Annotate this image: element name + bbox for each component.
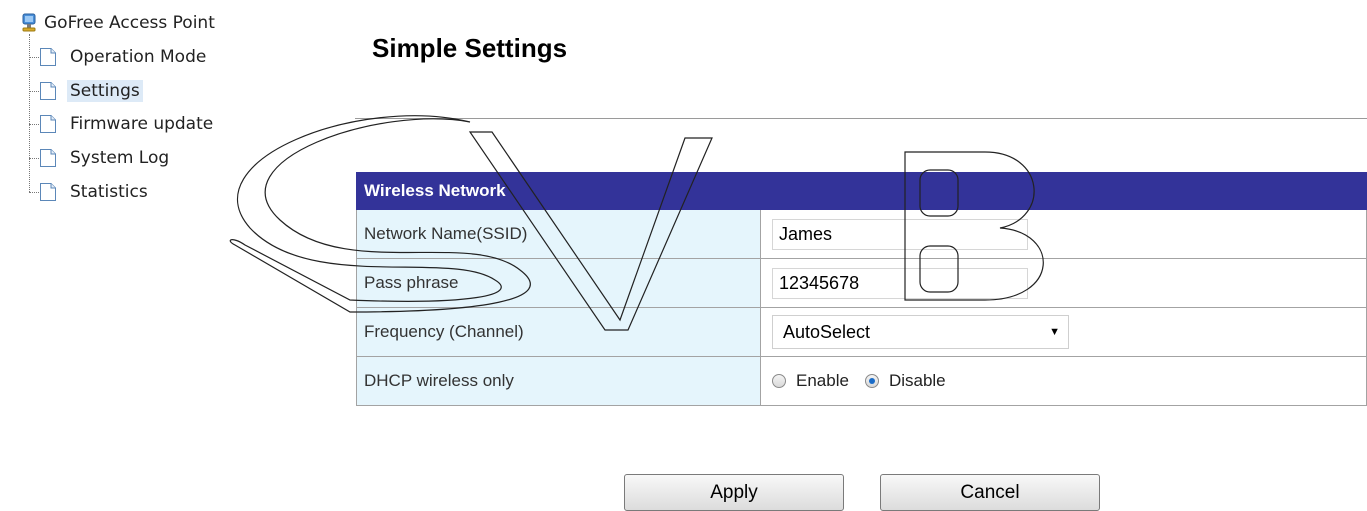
divider xyxy=(355,118,1367,119)
tree-connector xyxy=(29,56,39,58)
tree-item-system-log[interactable]: System Log xyxy=(29,145,172,171)
passphrase-input[interactable] xyxy=(772,267,1028,299)
section-header-row: Wireless Network xyxy=(356,172,1367,210)
tree-item-label: Firmware update xyxy=(70,114,214,134)
dhcp-disable-radio[interactable] xyxy=(864,374,879,388)
passphrase-label: Pass phrase xyxy=(356,258,761,308)
dhcp-row: DHCP wireless only Enable Disable xyxy=(356,356,1367,406)
network-computer-icon xyxy=(20,13,38,33)
tree-item-label: Settings xyxy=(67,80,143,102)
dhcp-disable-label[interactable]: Disable xyxy=(889,371,946,391)
page-icon xyxy=(40,48,56,66)
page-icon xyxy=(40,115,56,133)
tree-item-operation-mode[interactable]: Operation Mode xyxy=(29,44,209,70)
cancel-button[interactable]: Cancel xyxy=(880,474,1100,511)
apply-button[interactable]: Apply xyxy=(624,474,844,511)
page-icon xyxy=(40,183,56,201)
ssid-label: Network Name(SSID) xyxy=(356,209,761,259)
dhcp-value-cell: Enable Disable xyxy=(760,356,1367,406)
tree-item-settings[interactable]: Settings xyxy=(29,78,143,104)
tree-item-label: System Log xyxy=(70,148,170,168)
tree-connector xyxy=(29,123,39,125)
frequency-value-cell: AutoSelect ▼ xyxy=(760,307,1367,357)
dhcp-enable-label[interactable]: Enable xyxy=(796,371,849,391)
chevron-down-icon: ▼ xyxy=(1049,326,1060,338)
dhcp-label: DHCP wireless only xyxy=(356,356,761,406)
dhcp-enable-radio[interactable] xyxy=(772,374,786,388)
frequency-select[interactable]: AutoSelect ▼ xyxy=(772,315,1069,349)
ssid-value-cell xyxy=(760,209,1367,259)
tree-item-statistics[interactable]: Statistics xyxy=(29,179,151,205)
page-icon xyxy=(40,82,56,100)
ssid-row: Network Name(SSID) xyxy=(356,209,1367,259)
frequency-row: Frequency (Channel) AutoSelect ▼ xyxy=(356,307,1367,357)
tree-item-label: Statistics xyxy=(70,182,148,202)
passphrase-value-cell xyxy=(760,258,1367,308)
tree-connector xyxy=(29,90,39,92)
tree-item-firmware-update[interactable]: Firmware update xyxy=(29,111,216,137)
ssid-input[interactable] xyxy=(772,218,1028,250)
navigation-tree: GoFree Access Point Operation Mode Setti… xyxy=(0,0,340,240)
section-header: Wireless Network xyxy=(356,172,1367,210)
tree-root-label: GoFree Access Point xyxy=(44,13,215,33)
wireless-settings-table: Wireless Network Network Name(SSID) Pass… xyxy=(356,172,1367,406)
tree-connector xyxy=(29,191,39,193)
tree-item-label: Operation Mode xyxy=(70,47,207,67)
frequency-selected-value: AutoSelect xyxy=(783,321,871,342)
page-icon xyxy=(40,149,56,167)
frequency-label: Frequency (Channel) xyxy=(356,307,761,357)
passphrase-row: Pass phrase xyxy=(356,258,1367,308)
tree-connector xyxy=(29,157,39,159)
page-title: Simple Settings xyxy=(372,33,568,63)
dhcp-radio-group: Enable Disable xyxy=(772,371,1366,391)
tree-root[interactable]: GoFree Access Point xyxy=(20,12,215,34)
